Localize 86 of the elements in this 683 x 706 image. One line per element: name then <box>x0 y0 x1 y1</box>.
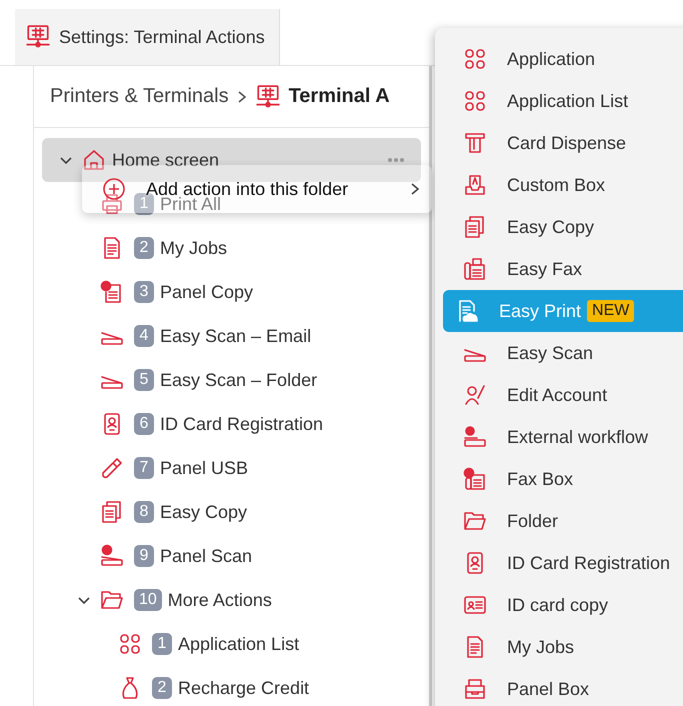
copy-icon <box>100 500 124 524</box>
grid-icon <box>463 89 487 113</box>
submenu-item[interactable]: Fax Box <box>443 458 683 500</box>
new-badge: NEW <box>587 300 634 322</box>
grid-icon <box>463 47 487 71</box>
submenu-item[interactable]: Easy Scan <box>443 332 683 374</box>
submenu-item[interactable]: Folder <box>443 500 683 542</box>
tree-item-label: Home screen <box>112 150 220 170</box>
submenu-item[interactable]: Edit Account <box>443 374 683 416</box>
submenu-item-label: Custom Box <box>507 174 606 196</box>
copy-icon <box>463 215 487 239</box>
number-badge: 2 <box>152 677 172 699</box>
submenu-item[interactable]: Application List <box>443 80 683 122</box>
submenu-item[interactable]: ID card copy <box>443 584 683 626</box>
submenu-item-label: Fax Box <box>507 468 574 490</box>
user-pen-icon <box>463 383 487 407</box>
inbox-icon <box>463 173 487 197</box>
number-badge: 10 <box>134 589 162 611</box>
tree-item-label[interactable]: Panel Scan <box>160 546 252 566</box>
submenu-item-label: Card Dispense <box>507 132 626 154</box>
number-badge: 2 <box>134 237 154 259</box>
submenu-item-label: ID Card Registration <box>507 552 670 574</box>
number-badge: 7 <box>134 457 154 479</box>
submenu-item-label: ID card copy <box>507 594 608 616</box>
add-circle-icon <box>102 177 126 201</box>
terminal-icon <box>25 24 51 50</box>
number-badge: 3 <box>134 281 154 303</box>
tree-item-label[interactable]: My Jobs <box>160 238 228 258</box>
fax-chat-icon <box>463 467 487 491</box>
submenu-item-label: Application List <box>507 90 628 112</box>
grid-icon <box>118 632 142 656</box>
submenu-item-label: Easy Fax <box>507 258 582 280</box>
submenu-item[interactable]: Easy Copy <box>443 206 683 248</box>
tree-item-label[interactable]: More Actions <box>168 590 272 610</box>
submenu-item[interactable]: External workflow <box>443 416 683 458</box>
submenu-item[interactable]: Card Dispense <box>443 122 683 164</box>
tree-item-label[interactable]: Panel Copy <box>160 282 254 302</box>
fax-icon <box>463 257 487 281</box>
submenu-item-label: External workflow <box>507 426 648 448</box>
submenu-item[interactable]: Easy Print NEW <box>443 290 683 332</box>
number-badge: 8 <box>134 501 154 523</box>
submenu-item[interactable]: Application <box>443 38 683 80</box>
tree-item-label[interactable]: Panel USB <box>160 458 248 478</box>
tree-item-label[interactable]: Print All <box>160 194 222 214</box>
tree-item-label[interactable]: Easy Copy <box>160 502 248 522</box>
number-badge: 4 <box>134 325 154 347</box>
contact-card-icon <box>463 593 487 617</box>
tree-item-label[interactable]: Application List <box>178 634 300 654</box>
submenu-item[interactable]: Easy Fax <box>443 248 683 290</box>
document-chat-icon <box>100 280 124 304</box>
submenu-item-label: Easy Copy <box>507 216 594 238</box>
scanner-chat-icon <box>100 544 124 568</box>
submenu-item-label: Folder <box>507 510 558 532</box>
submenu-item-label: Easy Scan <box>507 342 594 364</box>
submenu-item[interactable]: Panel Box <box>443 668 683 706</box>
submenu-item[interactable]: ID Card Registration <box>443 542 683 584</box>
stamp-icon <box>463 425 487 449</box>
settings-tab[interactable]: Settings: Terminal Actions <box>15 9 280 65</box>
number-badge: 9 <box>134 545 154 567</box>
breadcrumb-current: Terminal A <box>288 85 390 108</box>
tab-title: Settings: Terminal Actions <box>59 26 265 48</box>
folder-icon <box>100 588 124 612</box>
terminal-icon <box>254 84 281 110</box>
submenu-item[interactable]: Custom Box <box>443 164 683 206</box>
tree-item-label[interactable]: Easy Scan – Email <box>160 326 312 346</box>
printer-tray-icon <box>463 677 487 701</box>
submenu-item-label: Edit Account <box>507 384 608 406</box>
submenu-item-label: My Jobs <box>507 636 574 658</box>
chevron-right-icon <box>236 90 247 104</box>
printer-icon <box>100 192 124 216</box>
number-badge: 1 <box>152 633 172 655</box>
tree-item-label[interactable]: Recharge Credit <box>178 678 310 698</box>
submenu-item-label: Panel Box <box>507 678 590 700</box>
dispenser-icon <box>463 131 487 155</box>
home-icon <box>82 148 106 172</box>
tree-item-label[interactable]: ID Card Registration <box>160 414 324 434</box>
number-badge: 5 <box>134 369 154 391</box>
number-badge: 6 <box>134 413 154 435</box>
folder-icon <box>463 509 487 533</box>
tree-item-label[interactable]: Easy Scan – Folder <box>160 370 318 390</box>
submenu-item-label: Application <box>507 48 596 70</box>
submenu-item[interactable]: My Jobs <box>443 626 683 668</box>
submenu-item-label: Easy Print <box>499 300 582 322</box>
chevron-right-icon <box>410 182 420 196</box>
tree-row[interactable]: Home screen <box>42 138 421 182</box>
breadcrumb-link[interactable]: Printers & Terminals <box>50 85 229 108</box>
